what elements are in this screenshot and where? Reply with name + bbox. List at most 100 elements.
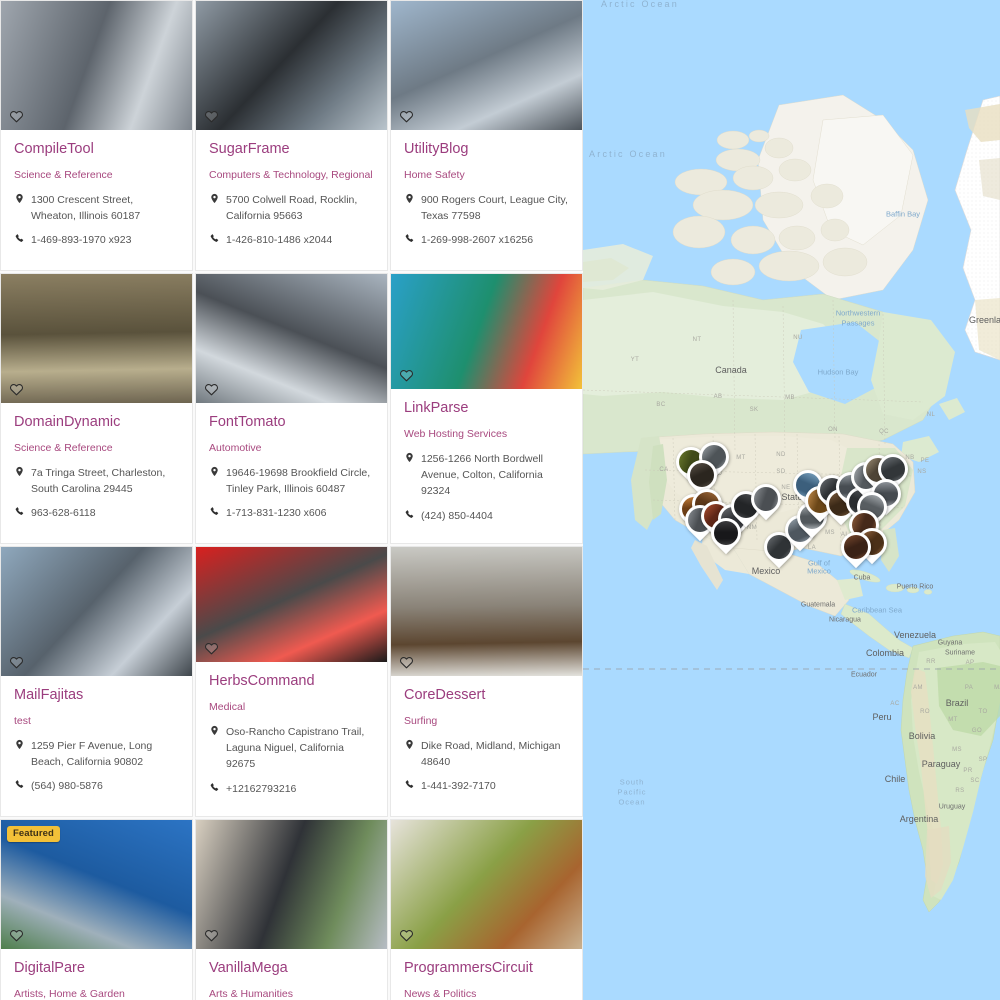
heart-icon[interactable] [204, 928, 219, 943]
card-category[interactable]: Artists, Home & Garden [14, 988, 180, 1000]
map-photo-pin[interactable] [744, 477, 788, 522]
card-title[interactable]: CoreDessert [404, 687, 570, 704]
card-thumbnail[interactable] [1, 547, 192, 676]
card-thumbnail[interactable] [196, 547, 387, 663]
listing-card[interactable]: LinkParse Web Hosting Services 1256-1266 N… [390, 273, 583, 544]
heart-icon[interactable] [9, 382, 24, 397]
card-phone-row: +12162793216 [209, 781, 375, 798]
card-address-row: Dike Road, Midland, Michigan 48640 [404, 738, 570, 771]
location-pin-icon [209, 724, 220, 741]
heart-icon[interactable] [399, 109, 414, 124]
card-address-text: 19646-19698 Brookfield Circle, Tinley Pa… [226, 466, 371, 495]
card-title[interactable]: ProgrammersCircuit [404, 960, 570, 977]
card-category[interactable]: Web Hosting Services [404, 428, 570, 441]
card-address-text: 1300 Crescent Street, Wheaton, Illinois … [31, 193, 141, 222]
map-photo-pin[interactable] [834, 525, 878, 570]
phone-icon [404, 232, 415, 249]
location-pin-icon [209, 465, 220, 482]
card-thumbnail[interactable] [196, 274, 387, 403]
card-address-text: 900 Rogers Court, League City, Texas 775… [421, 193, 568, 222]
heart-icon[interactable] [9, 928, 24, 943]
card-phone-text[interactable]: 1-713-831-1230 x606 [226, 505, 375, 521]
card-thumbnail[interactable] [1, 274, 192, 403]
card-thumbnail[interactable] [391, 820, 582, 949]
card-phone-text[interactable]: 1-269-998-2607 x16256 [421, 232, 570, 248]
card-title[interactable]: DomainDynamic [14, 414, 180, 431]
pin-photo [754, 487, 778, 511]
card-phone-text[interactable]: 1-426-810-1486 x2044 [226, 232, 375, 248]
card-category[interactable]: Medical [209, 701, 375, 714]
card-thumbnail[interactable]: Featured [1, 820, 192, 949]
listing-card[interactable]: VanillaMega Arts & Humanities [195, 819, 388, 1000]
card-phone-text[interactable]: 1-441-392-7170 [421, 778, 570, 794]
card-phone-text[interactable]: (424) 850-4404 [421, 508, 570, 524]
card-phone-row: 1-269-998-2607 x16256 [404, 232, 570, 249]
card-thumbnail[interactable] [196, 1, 387, 130]
card-title[interactable]: LinkParse [404, 400, 570, 417]
location-pin-icon [404, 192, 415, 209]
card-phone-text[interactable]: (564) 980-5876 [31, 778, 180, 794]
card-category[interactable]: Surfing [404, 715, 570, 728]
card-address-text: 7a Tringa Street, Charleston, South Caro… [31, 466, 166, 495]
card-category[interactable]: Home Safety [404, 169, 570, 182]
listing-card[interactable]: CompileTool Science & Reference 1300 Cresc… [0, 0, 193, 271]
heart-icon[interactable] [399, 655, 414, 670]
card-title[interactable]: VanillaMega [209, 960, 375, 977]
heart-icon[interactable] [9, 655, 24, 670]
listing-card[interactable]: HerbsCommand Medical Oso-Rancho Capistrano… [195, 546, 388, 817]
card-address-row: 7a Tringa Street, Charleston, South Caro… [14, 465, 180, 498]
listing-card[interactable]: MailFajitas test 1259 Pier F Avenue, Long … [0, 546, 193, 817]
thumbnail-image [391, 274, 582, 390]
listing-card[interactable]: DomainDynamic Science & Reference 7a Tring… [0, 273, 193, 544]
card-title[interactable]: SugarFrame [209, 141, 375, 158]
location-pin-icon [14, 192, 25, 209]
listing-card[interactable]: FontTomato Automotive 19646-19698 Brookfie… [195, 273, 388, 544]
card-phone-row: (564) 980-5876 [14, 778, 180, 795]
card-category[interactable]: Science & Reference [14, 442, 180, 455]
listing-card[interactable]: ProgrammersCircuit News & Politics [390, 819, 583, 1000]
card-category[interactable]: test [14, 715, 180, 728]
card-category[interactable]: News & Politics [404, 988, 570, 1000]
card-title[interactable]: MailFajitas [14, 687, 180, 704]
card-phone-row: 1-713-831-1230 x606 [209, 505, 375, 522]
card-title[interactable]: CompileTool [14, 141, 180, 158]
card-phone-text[interactable]: 963-628-6118 [31, 505, 180, 521]
phone-icon [14, 778, 25, 795]
card-category[interactable]: Arts & Humanities [209, 988, 375, 1000]
card-title[interactable]: DigitalPare [14, 960, 180, 977]
thumbnail-image [1, 547, 192, 676]
thumbnail-image [1, 274, 192, 403]
listing-card[interactable]: UtilityBlog Home Safety 900 Rogers Court, … [390, 0, 583, 271]
card-category[interactable]: Science & Reference [14, 169, 180, 182]
business-listing-panel: CompileTool Science & Reference 1300 Cresc… [0, 0, 583, 1000]
card-phone-text[interactable]: +12162793216 [226, 781, 375, 797]
heart-icon[interactable] [9, 109, 24, 124]
heart-icon[interactable] [204, 641, 219, 656]
heart-icon[interactable] [399, 368, 414, 383]
card-thumbnail[interactable] [1, 1, 192, 130]
card-thumbnail[interactable] [391, 274, 582, 390]
card-phone-row: 1-441-392-7170 [404, 778, 570, 795]
card-phone-row: 1-469-893-1970 x923 [14, 232, 180, 249]
listing-card[interactable]: CoreDessert Surfing Dike Road, Midland, Mi… [390, 546, 583, 817]
phone-icon [209, 505, 220, 522]
card-thumbnail[interactable] [196, 820, 387, 949]
listing-card[interactable]: SugarFrame Computers & Technology, Region… [195, 0, 388, 271]
card-category[interactable]: Computers & Technology, Regional [209, 169, 375, 182]
heart-icon[interactable] [204, 382, 219, 397]
map-panel[interactable]: Arctic Ocean Arctic Ocean Baffin Bay Northw… [583, 0, 1000, 1000]
card-body: UtilityBlog Home Safety 900 Rogers Court, … [391, 130, 582, 270]
card-category[interactable]: Automotive [209, 442, 375, 455]
card-phone-text[interactable]: 1-469-893-1970 x923 [31, 232, 180, 248]
heart-icon[interactable] [399, 928, 414, 943]
card-body: MailFajitas test 1259 Pier F Avenue, Long … [1, 676, 192, 816]
card-thumbnail[interactable] [391, 547, 582, 676]
card-title[interactable]: UtilityBlog [404, 141, 570, 158]
card-title[interactable]: FontTomato [209, 414, 375, 431]
listing-card[interactable]: Featured DigitalPare Artists, Home & Garde… [0, 819, 193, 1000]
card-thumbnail[interactable] [391, 1, 582, 130]
location-pin-icon [404, 738, 415, 755]
thumbnail-image [391, 547, 582, 676]
heart-icon[interactable] [204, 109, 219, 124]
card-title[interactable]: HerbsCommand [209, 673, 375, 690]
